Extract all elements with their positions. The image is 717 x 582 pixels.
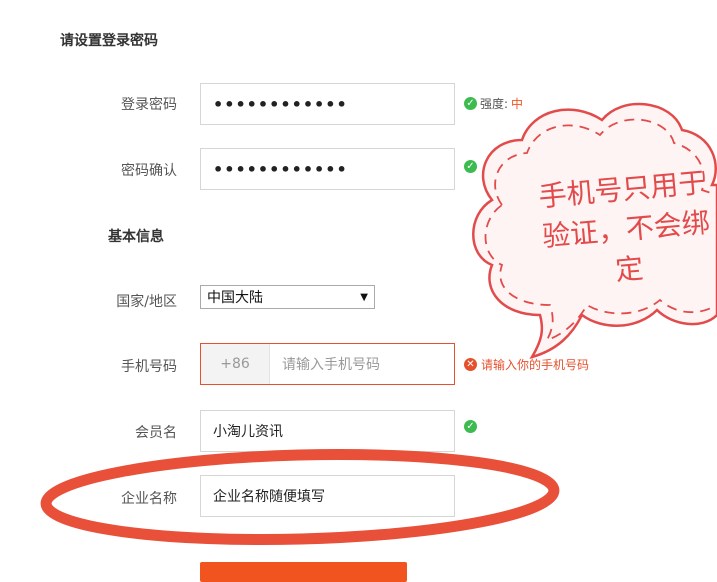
annotation-bubble-text: 手机号只用于验证，不会绑定: [537, 165, 712, 288]
